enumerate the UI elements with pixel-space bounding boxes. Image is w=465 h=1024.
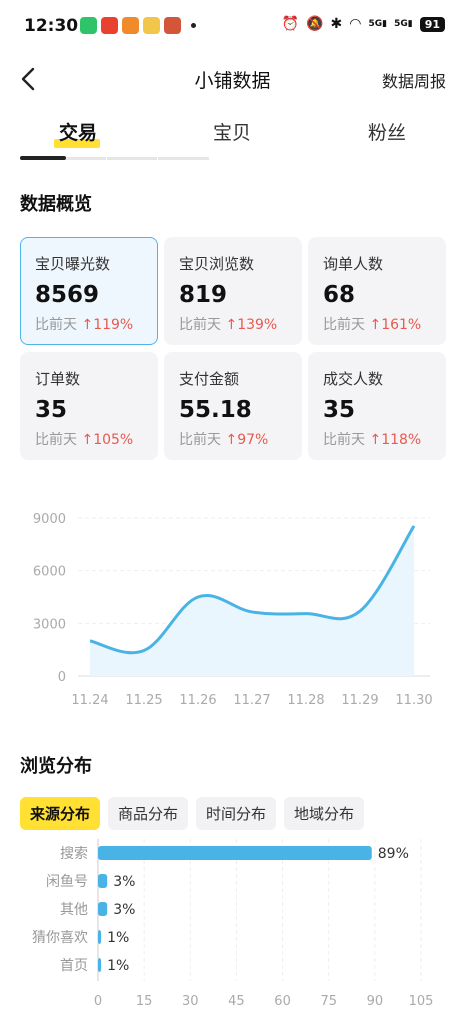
tab-items[interactable]: 宝贝 [192,118,272,145]
stat-card-buyers[interactable]: 成交人数 35 比前天 ↑118% [308,352,446,460]
more-notifications-icon [191,23,196,28]
stat-change: 比前天 ↑97% [179,432,269,448]
x-tick-label: 11.25 [125,693,162,708]
stat-label: 订单数 [35,370,81,388]
x-tick-label: 0 [94,994,102,1009]
stat-change: 比前天 ↑105% [35,432,134,448]
x-tick-label: 30 [182,994,199,1009]
status-time: 12:30 [24,16,79,36]
tab-product[interactable]: 商品分布 [108,797,189,830]
category-label: 猜你喜欢 [32,930,88,946]
notification-icons [80,17,196,34]
category-label: 搜索 [60,845,88,862]
mute-icon: 🔕 [306,16,324,32]
stat-value: 819 [179,282,228,308]
stat-value: 35 [323,397,356,423]
y-tick-label: 6000 [33,565,66,580]
bluetooth-icon: ✱ [330,16,343,32]
x-tick-label: 11.24 [71,693,108,708]
y-tick-label: 3000 [33,617,66,632]
x-tick-label: 11.29 [341,693,378,708]
tab-region[interactable]: 地域分布 [284,797,365,830]
signal-icon: 5G▮ [394,19,413,29]
stat-label: 宝贝曝光数 [35,255,111,273]
tab-indicator [20,156,66,160]
battery-icon: 91 [419,16,445,32]
x-tick-label: 11.27 [233,693,270,708]
alarm-icon: ⏰ [281,16,300,32]
stat-value: 35 [35,397,68,423]
source-bar-chart[interactable]: 0 15 30 45 60 75 90 105 搜索 89% 闲鱼号 3% 其他 3% 猜你喜欢 1% 首页 1% [0,835,465,1015]
x-tick-label: 11.28 [287,693,324,708]
bar [98,930,102,944]
bar-value-label: 89% [378,846,409,862]
weibo-icon [143,17,160,34]
video-app-icon [101,17,118,34]
arrow-up-icon: ↑ [369,432,382,448]
stat-card-orders[interactable]: 订单数 35 比前天 ↑105% [20,352,158,460]
arrow-up-icon: ↑ [81,317,94,333]
distribution-title: 浏览分布 [20,756,92,777]
stat-value: 8569 [35,282,100,308]
game-app-icon [164,17,181,34]
category-label: 闲鱼号 [46,873,88,890]
category-label: 其他 [60,902,88,918]
main-tabs: 交易 宝贝 粉丝 [0,112,465,160]
x-tick-label: 11.30 [395,693,432,708]
bar [98,874,108,888]
tab-fans[interactable]: 粉丝 [347,118,427,145]
bar [98,902,108,916]
wifi-icon: ◠ [349,16,362,32]
stat-change: 比前天 ↑118% [323,432,422,448]
bar [98,958,102,972]
nav-bar: 小铺数据 数据周报 [0,56,465,104]
stat-card-inquiries[interactable]: 询单人数 68 比前天 ↑161% [308,237,446,345]
tab-source[interactable]: 来源分布 [20,797,101,830]
bar-value-label: 1% [107,958,129,974]
system-icons: ⏰ 🔕 ✱ ◠ 5G▮ 5G▮ 91 [282,16,445,32]
arrow-up-icon: ↑ [81,432,94,448]
x-tick-label: 15 [136,994,153,1009]
bar-value-label: 1% [107,930,129,946]
overview-title: 数据概览 [20,194,92,215]
y-tick-label: 9000 [33,512,66,527]
x-tick-label: 45 [228,994,245,1009]
stat-label: 支付金额 [179,370,240,388]
weekly-report-link[interactable]: 数据周报 [382,68,446,92]
app-notification-icon [122,17,139,34]
tab-trade[interactable]: 交易 [38,118,118,145]
stat-change: 比前天 ↑119% [35,317,134,333]
stat-card-exposure[interactable]: 宝贝曝光数 8569 比前天 ↑119% [20,237,158,345]
bar-value-label: 3% [113,902,135,918]
bar [98,846,372,860]
arrow-up-icon: ↑ [369,317,382,333]
stat-change: 比前天 ↑139% [179,317,278,333]
x-tick-label: 60 [274,994,291,1009]
app-notification-icon [80,17,97,34]
status-bar: 12:30 ⏰ 🔕 ✱ ◠ 5G▮ 5G▮ 91 [0,0,465,56]
stat-value: 55.18 [179,397,252,423]
trend-area-chart[interactable]: 0 3000 6000 9000 11.24 11.25 11.26 11.27 11.28 11… [0,500,465,720]
category-label: 首页 [60,958,88,974]
stat-change: 比前天 ↑161% [323,317,422,333]
bar-value-label: 3% [113,874,135,890]
x-tick-label: 11.26 [179,693,216,708]
stat-card-payment[interactable]: 支付金额 55.18 比前天 ↑97% [164,352,302,460]
stat-value: 68 [323,282,356,308]
distribution-tabs: 来源分布 商品分布 时间分布 地域分布 [20,797,365,830]
arrow-up-icon: ↑ [225,317,238,333]
tab-time[interactable]: 时间分布 [196,797,277,830]
x-tick-label: 105 [409,994,434,1009]
arrow-up-icon: ↑ [225,432,238,448]
stat-card-views[interactable]: 宝贝浏览数 819 比前天 ↑139% [164,237,302,345]
x-tick-label: 75 [320,994,337,1009]
y-tick-label: 0 [58,670,66,685]
stat-label: 宝贝浏览数 [179,255,255,273]
stat-label: 询单人数 [323,255,384,273]
x-tick-label: 90 [367,994,384,1009]
stat-label: 成交人数 [323,370,384,388]
signal-icon: 5G▮ [368,19,388,29]
